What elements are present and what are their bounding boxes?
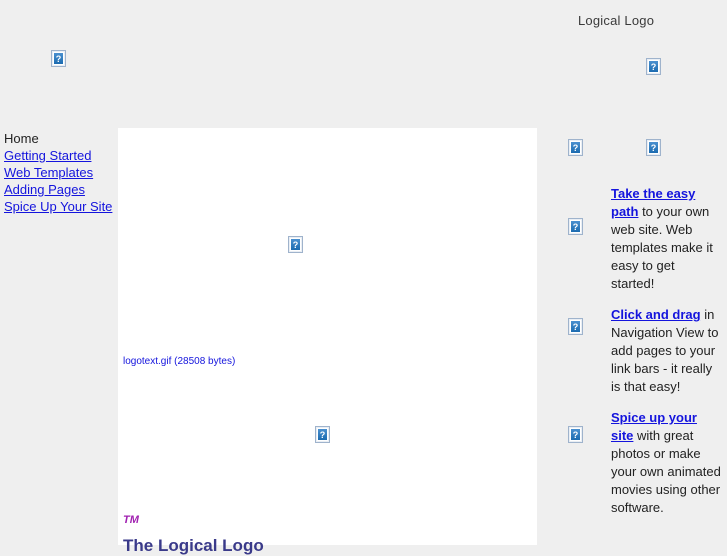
- broken-image-glyph: ?: [317, 428, 328, 441]
- broken-image-icon[interactable]: ?: [568, 139, 583, 156]
- sidebar-item-getting-started[interactable]: Getting Started: [4, 147, 118, 164]
- promo-item-click-and-drag: Click and drag in Navigation View to add…: [611, 306, 721, 396]
- masthead: Logical Logo ? ?: [0, 0, 727, 128]
- broken-image-glyph: ?: [290, 238, 301, 251]
- main-content-panel: logotext.gif (28508 bytes) ? ? TM The Lo…: [118, 128, 537, 555]
- brand-title: Logical Logo: [578, 13, 655, 28]
- page-headline: The Logical Logo: [123, 536, 264, 555]
- broken-image-icon[interactable]: ?: [568, 218, 583, 235]
- broken-image-icon[interactable]: ?: [646, 58, 661, 75]
- hero-image-alt-text: logotext.gif (28508 bytes): [123, 356, 236, 367]
- broken-image-glyph: ?: [570, 141, 581, 154]
- broken-image-glyph: ?: [570, 428, 581, 441]
- broken-image-icon[interactable]: ?: [568, 426, 583, 443]
- promo-link-click-and-drag[interactable]: Click and drag: [611, 307, 701, 322]
- sidebar-item-spice-up-your-site[interactable]: Spice Up Your Site: [4, 198, 118, 215]
- left-navigation: Home Getting Started Web Templates Addin…: [0, 130, 118, 215]
- broken-image-icon[interactable]: ?: [315, 426, 330, 443]
- broken-image-glyph: ?: [53, 52, 64, 65]
- promo-item-spice-up-your-site: Spice up your site with great photos or …: [611, 409, 721, 517]
- broken-image-glyph: ?: [570, 220, 581, 233]
- broken-image-icon[interactable]: ?: [288, 236, 303, 253]
- sidebar-item-adding-pages[interactable]: Adding Pages: [4, 181, 118, 198]
- sidebar-item-home: Home: [4, 131, 39, 146]
- broken-image-glyph: ?: [648, 60, 659, 73]
- broken-image-icon[interactable]: ?: [646, 139, 661, 156]
- promo-list: Take the easy path to your own web site.…: [611, 172, 721, 527]
- trademark-mark: TM: [123, 514, 139, 526]
- broken-image-icon[interactable]: ?: [568, 318, 583, 335]
- right-promo-column: ? ? ? ? ? Take the easy path to your own…: [537, 128, 727, 545]
- broken-image-glyph: ?: [570, 320, 581, 333]
- sidebar-item-web-templates[interactable]: Web Templates: [4, 164, 118, 181]
- broken-image-glyph: ?: [648, 141, 659, 154]
- broken-image-icon[interactable]: ?: [51, 50, 66, 67]
- promo-item-easy-path: Take the easy path to your own web site.…: [611, 185, 721, 293]
